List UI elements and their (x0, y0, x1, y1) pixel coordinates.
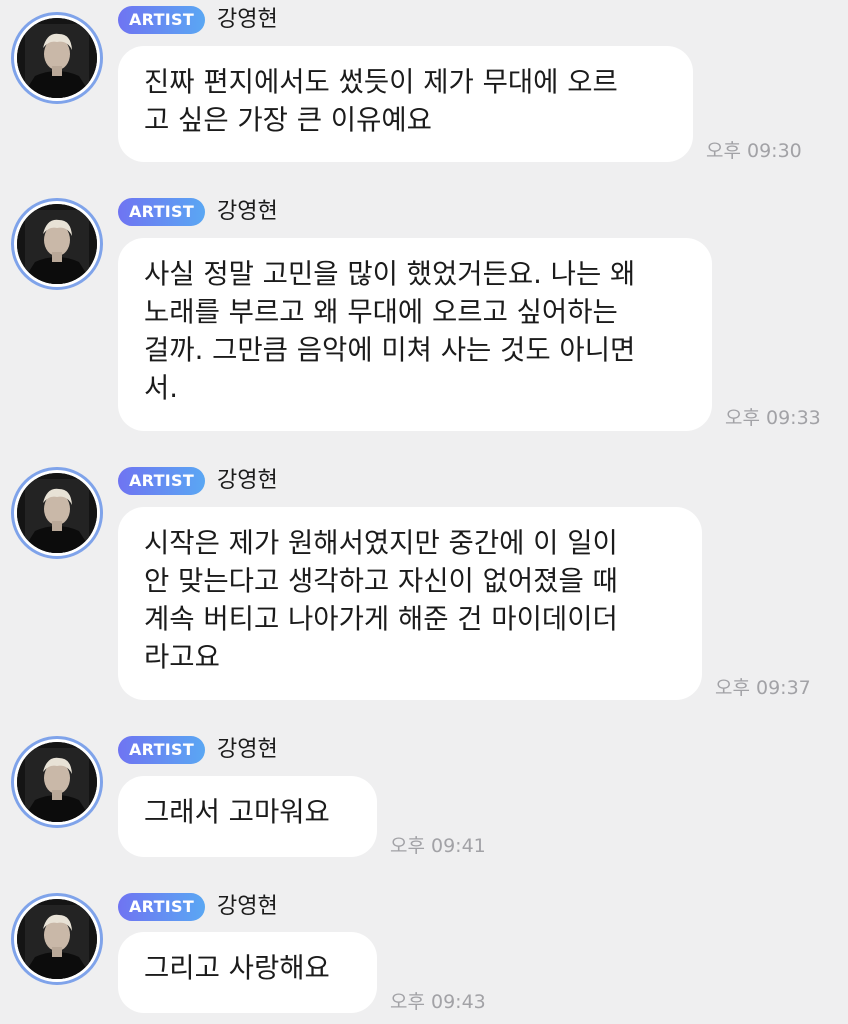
sender-name: 강영현 (217, 199, 278, 224)
person-icon (17, 899, 97, 979)
message-time: 오후 09:33 (725, 407, 821, 429)
avatar-photo (17, 18, 97, 98)
person-icon (17, 473, 97, 553)
artist-avatar[interactable] (11, 12, 103, 104)
artist-avatar[interactable] (11, 198, 103, 290)
avatar-photo (17, 742, 97, 822)
message-time: 오후 09:30 (706, 140, 802, 162)
avatar-photo (17, 204, 97, 284)
person-icon (17, 18, 97, 98)
sender-name: 강영현 (217, 894, 278, 919)
message-bubble[interactable]: 진짜 편지에서도 썼듯이 제가 무대에 오르 고 싶은 가장 큰 이유예요 (118, 46, 693, 162)
sender-name: 강영현 (217, 7, 278, 32)
message-time: 오후 09:41 (390, 835, 486, 857)
message-bubble[interactable]: 그리고 사랑해요 (118, 932, 377, 1013)
sender-name: 강영현 (217, 737, 278, 762)
artist-badge: ARTIST (118, 198, 206, 226)
artist-avatar[interactable] (11, 736, 103, 828)
message-time: 오후 09:43 (390, 991, 486, 1013)
message-bubble[interactable]: 사실 정말 고민을 많이 했었거든요. 나는 왜 노래를 부르고 왜 무대에 오… (118, 238, 712, 431)
person-icon (17, 742, 97, 822)
artist-badge: ARTIST (118, 467, 206, 495)
artist-badge: ARTIST (118, 893, 206, 921)
artist-avatar[interactable] (11, 893, 103, 985)
artist-avatar[interactable] (11, 467, 103, 559)
artist-badge: ARTIST (118, 6, 206, 34)
person-icon (17, 204, 97, 284)
avatar-photo (17, 899, 97, 979)
avatar-photo (17, 473, 97, 553)
message-time: 오후 09:37 (715, 677, 811, 699)
message-bubble[interactable]: 그래서 고마워요 (118, 776, 377, 857)
artist-badge: ARTIST (118, 736, 206, 764)
message-bubble[interactable]: 시작은 제가 원해서였지만 중간에 이 일이 안 맞는다고 생각하고 자신이 없… (118, 507, 702, 700)
sender-name: 강영현 (217, 468, 278, 493)
